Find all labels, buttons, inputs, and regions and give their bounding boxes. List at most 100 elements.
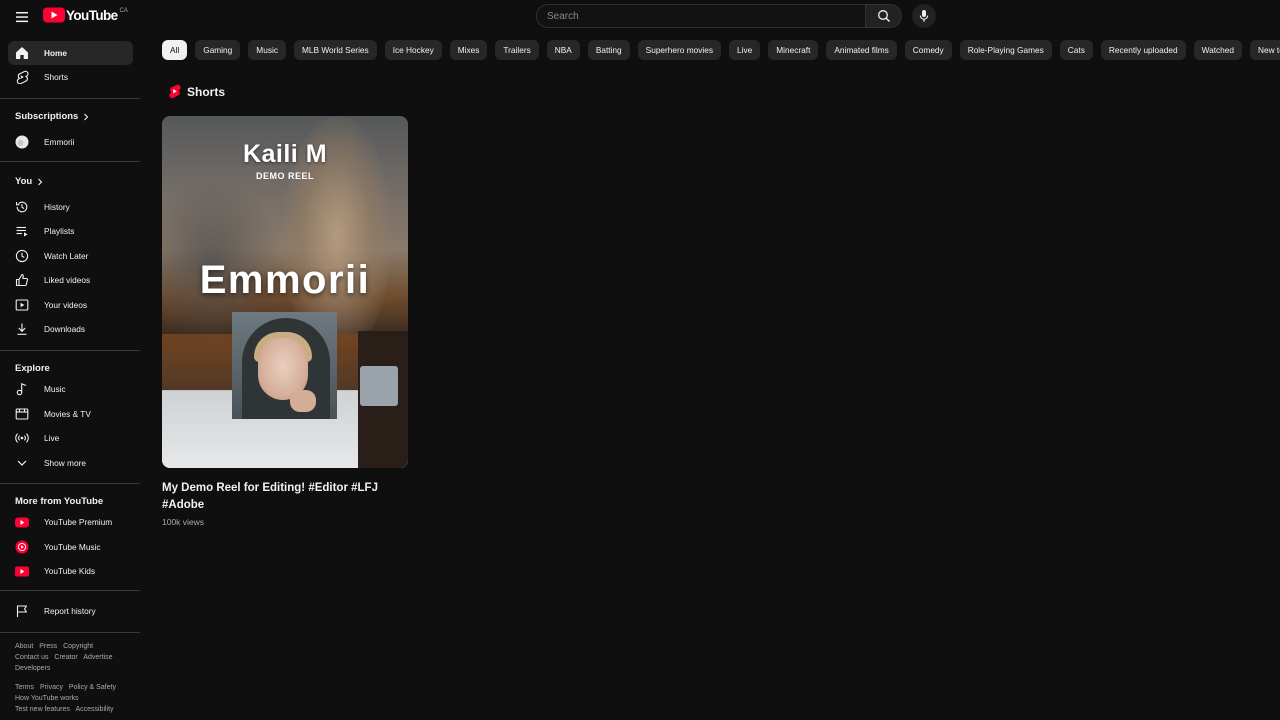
footer-links-1: About Press Copyright [15,643,97,650]
sidebar-item-label: Show more [44,458,86,468]
chip-superhero-movies[interactable]: Superhero movies [637,40,722,60]
footer-link-contact[interactable]: Contact us [15,654,48,661]
sidebar-item-label: Emmorii [44,137,75,147]
you-header-label: You [15,176,33,187]
sidebar-item-label: Liked videos [44,275,91,285]
sidebar-item-label: Watch Later [44,251,89,261]
footer-links-2: Contact us Creator Advertise [15,654,117,661]
sidebar-item-show-more[interactable]: Show more [8,451,133,475]
footer-link-test-new-features[interactable]: Test new features [15,706,70,713]
short-title[interactable]: My Demo Reel for Editing! #Editor #LFJ #… [162,480,382,514]
chip-mlb-world-series[interactable]: MLB World Series [293,40,377,60]
sidebar-item-youtube-premium[interactable]: YouTube Premium [8,510,133,534]
sidebar-item-home[interactable]: Home [8,41,133,65]
chip-minecraft[interactable]: Minecraft [768,40,819,60]
play-square-icon [14,298,29,313]
thumbnail-portrait-photo [232,312,337,419]
youtube-premium-icon [14,515,29,530]
chip-ice-hockey[interactable]: Ice Hockey [384,40,442,60]
sidebar-item-label: Shorts [44,72,68,82]
footer-link-advertise[interactable]: Advertise [83,654,112,661]
chip-gaming[interactable]: Gaming [195,40,241,60]
footer-link-copyright[interactable]: Copyright [63,643,93,650]
sidebar-item-music[interactable]: Music [8,377,133,401]
sidebar-item-shorts[interactable]: Shorts [8,65,133,89]
sidebar-item-your-videos[interactable]: Your videos [8,293,133,317]
flag-icon [14,604,29,619]
shorts-logo-icon [169,84,181,99]
filter-chip-bar: All Gaming Music MLB World Series Ice Ho… [162,40,1280,62]
sidebar-item-movies-tv[interactable]: Movies & TV [8,402,133,426]
thumbs-up-icon [14,273,29,288]
chip-role-playing-games[interactable]: Role-Playing Games [959,40,1052,60]
footer-link-press[interactable]: Press [39,643,57,650]
subscriptions-header[interactable]: Subscriptions [15,111,90,122]
youtube-logo[interactable]: YouTube CA [43,7,128,23]
chip-mixes[interactable]: Mixes [449,40,488,60]
sidebar-item-watch-later[interactable]: Watch Later [8,244,133,268]
footer-links-3: Developers [15,665,54,672]
shorts-icon [14,70,29,85]
guide-menu-button[interactable] [12,7,32,27]
you-header[interactable]: You [15,176,44,187]
footer-link-how-youtube-works[interactable]: How YouTube works [15,695,79,702]
footer-link-policy-safety[interactable]: Policy & Safety [69,684,116,691]
chip-watched[interactable]: Watched [1193,40,1243,60]
chip-recently-uploaded[interactable]: Recently uploaded [1100,40,1186,60]
sidebar-item-label: Downloads [44,324,86,334]
chip-music[interactable]: Music [248,40,286,60]
chip-nba[interactable]: NBA [546,40,580,60]
sidebar-item-playlists[interactable]: Playlists [8,219,133,243]
masthead: YouTube CA [0,0,1280,32]
search-box [536,4,902,28]
thumbnail-text-name: Kaili M [242,140,328,168]
footer-link-privacy[interactable]: Privacy [40,684,63,691]
voice-search-button[interactable] [912,4,936,28]
sidebar-item-downloads[interactable]: Downloads [8,317,133,341]
sidebar-item-emmorii[interactable]: Emmorii [8,130,133,154]
chip-cats[interactable]: Cats [1059,40,1093,60]
sidebar-divider [0,483,140,484]
sidebar-item-youtube-kids[interactable]: YouTube Kids [8,559,133,583]
sidebar-item-label: Your videos [44,300,88,310]
chip-trailers[interactable]: Trailers [495,40,539,60]
chip-animated-films[interactable]: Animated films [826,40,897,60]
sidebar-item-report-history[interactable]: Report history [8,599,133,623]
film-icon [14,407,29,422]
search-input[interactable] [536,4,865,28]
search-button[interactable] [865,4,902,28]
explore-header-label: Explore [15,363,50,374]
home-icon [14,46,29,61]
chip-all[interactable]: All [162,40,188,60]
sidebar-item-label: Report history [44,606,96,616]
short-card[interactable]: Kaili M DEMO REEL Emmorii My Demo Reel f… [162,116,408,527]
thumbnail-text-subtitle: DEMO REEL [255,171,314,181]
chip-comedy[interactable]: Comedy [904,40,952,60]
short-thumbnail[interactable]: Kaili M DEMO REEL Emmorii [162,116,408,468]
sidebar-item-liked-videos[interactable]: Liked videos [8,268,133,292]
footer-link-creator[interactable]: Creator [54,654,77,661]
thumbnail-text-channel: Emmorii [199,258,371,302]
music-note-icon [14,382,29,397]
shorts-shelf-title: Shorts [187,84,226,99]
logo-text: YouTube [66,7,118,23]
sidebar-divider [0,590,140,591]
footer-link-accessibility[interactable]: Accessibility [75,706,113,713]
sidebar-item-label: YouTube Music [44,542,101,552]
sidebar-item-label: Music [44,384,66,394]
history-icon [14,200,29,215]
footer-link-terms[interactable]: Terms [15,684,34,691]
footer-link-about[interactable]: About [15,643,33,650]
chip-batting[interactable]: Batting [587,40,630,60]
sidebar-item-history[interactable]: History [8,195,133,219]
footer-link-developers[interactable]: Developers [15,665,50,672]
chip-live[interactable]: Live [729,40,761,60]
sidebar-item-label: YouTube Premium [44,517,113,527]
sidebar-item-youtube-music[interactable]: YouTube Music [8,535,133,559]
footer-links-4: Terms Privacy Policy & Safety [15,684,120,691]
footer-links-6: Test new features Accessibility [15,706,118,713]
sidebar-item-live[interactable]: Live [8,426,133,450]
chip-new-to-you[interactable]: New to you [1250,40,1280,60]
chevron-right-icon [38,178,43,185]
microphone-icon [919,10,929,22]
